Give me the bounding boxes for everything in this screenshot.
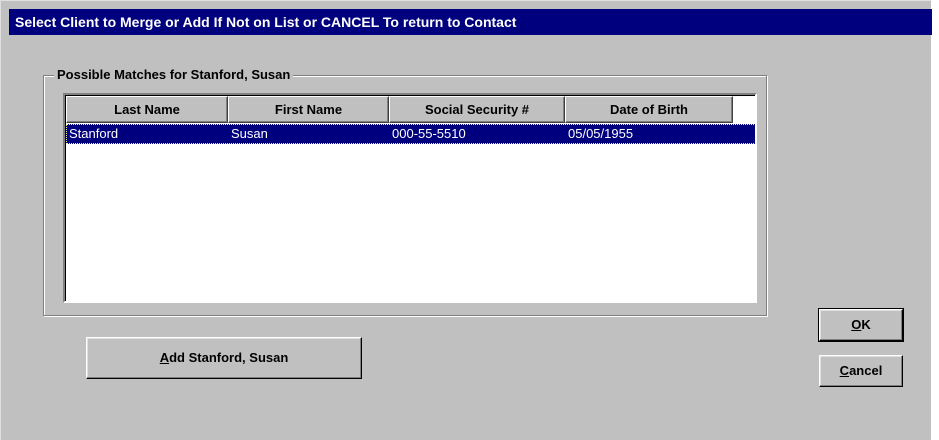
add-button-mnemonic: A bbox=[159, 350, 170, 365]
add-button-label: dd Stanford, Susan bbox=[169, 350, 289, 365]
ok-button-mnemonic: O bbox=[851, 317, 862, 332]
listview-header: Last Name First Name Social Security # D… bbox=[66, 96, 733, 123]
cell-first-name: Susan bbox=[231, 126, 268, 141]
table-row[interactable]: Stanford Susan 000-55-5510 05/05/1955 bbox=[66, 124, 755, 144]
cancel-button-mnemonic: C bbox=[839, 363, 850, 378]
cell-last-name: Stanford bbox=[69, 126, 119, 141]
cancel-button-label: ancel bbox=[849, 363, 883, 378]
column-header-ssn[interactable]: Social Security # bbox=[389, 96, 565, 123]
possible-matches-group: Possible Matches for Stanford, Susan Las… bbox=[43, 66, 767, 316]
column-header-last-name[interactable]: Last Name bbox=[66, 96, 228, 123]
ok-button[interactable]: OK bbox=[818, 308, 904, 342]
matches-listview[interactable]: Last Name First Name Social Security # D… bbox=[63, 93, 757, 303]
column-header-first-name[interactable]: First Name bbox=[228, 96, 389, 123]
group-label: Possible Matches for Stanford, Susan bbox=[54, 66, 294, 84]
select-client-dialog: Select Client to Merge or Add If Not on … bbox=[0, 0, 932, 440]
ok-button-label: K bbox=[861, 317, 871, 332]
column-header-dob[interactable]: Date of Birth bbox=[565, 96, 733, 123]
add-client-button[interactable]: Add Stanford, Susan bbox=[86, 337, 362, 379]
dialog-title: Select Client to Merge or Add If Not on … bbox=[9, 9, 932, 35]
cell-dob: 05/05/1955 bbox=[568, 126, 634, 141]
cell-ssn: 000-55-5510 bbox=[392, 126, 466, 141]
cancel-button[interactable]: Cancel bbox=[819, 355, 903, 387]
